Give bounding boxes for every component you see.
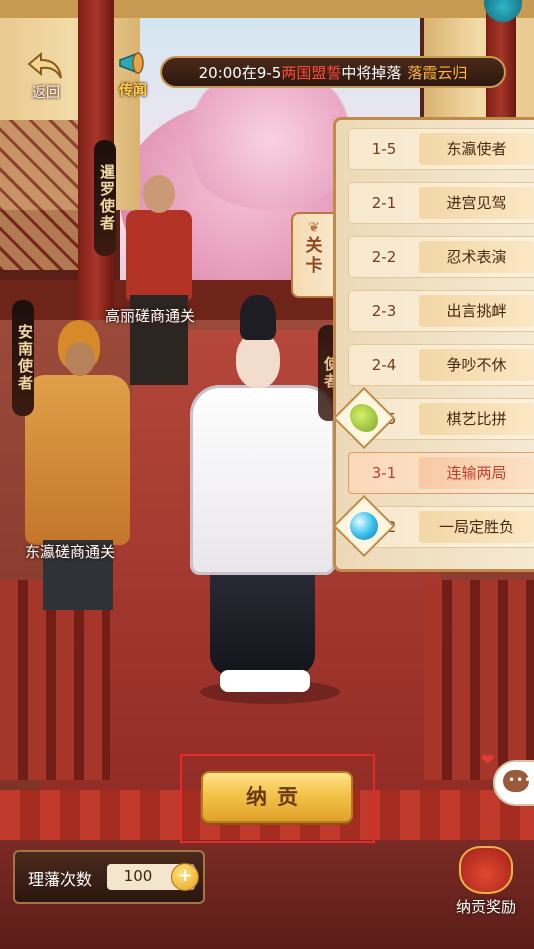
- siam-envoy-banner: 暹罗使者: [94, 140, 116, 256]
- stage-name: 东瀛使者: [419, 133, 534, 165]
- character-head: [143, 175, 175, 213]
- stage-row-active[interactable]: 3-1 连输两局: [348, 452, 534, 494]
- marquee-prefix: 20:00在9-5: [198, 63, 282, 82]
- stage-name: 出言挑衅: [419, 295, 534, 327]
- stage-name: 一局定胜负: [419, 511, 534, 543]
- rumor-label: 传闻: [119, 83, 147, 99]
- character-body: [25, 375, 130, 545]
- counter-value-box: 100 +: [107, 863, 199, 891]
- character-face: [65, 342, 95, 376]
- reward-label: 纳贡奖励: [455, 898, 516, 916]
- ellipsis-icon: •••: [508, 773, 533, 787]
- annan-envoy-banner: 安南使者: [12, 300, 34, 416]
- stage-row[interactable]: 2-3 出言挑衅: [348, 290, 534, 332]
- chat-button[interactable]: ❤ •••: [481, 750, 534, 806]
- crystal-orb-icon: [350, 512, 378, 540]
- stage-name: 棋艺比拼: [419, 403, 534, 435]
- annan-envoy-character[interactable]: [25, 320, 130, 610]
- back-label: 返回: [32, 85, 60, 101]
- reward-bag-icon: [459, 846, 513, 894]
- tribute-reward-button[interactable]: 纳贡奖励: [446, 846, 526, 918]
- counter-value: 100: [123, 867, 153, 885]
- back-arrow-icon: [27, 52, 62, 79]
- character-feet: [220, 670, 310, 692]
- japan-trade-label[interactable]: 东瀛磋商通关: [25, 541, 115, 562]
- stage-code: 3-1: [371, 464, 397, 482]
- railing-right: [424, 580, 534, 780]
- stage-tab-label-1: 关: [305, 236, 323, 256]
- stage-code: 2-2: [371, 248, 397, 266]
- white-robe: [190, 385, 335, 575]
- governance-counter: 理藩次数 100 +: [13, 850, 205, 904]
- stage-row[interactable]: 2-2 忍术表演: [348, 236, 534, 278]
- stage-row[interactable]: 2-4 争吵不休: [348, 344, 534, 386]
- lattice-window: [0, 120, 80, 270]
- rumor-button[interactable]: 传闻: [108, 50, 158, 99]
- stage-name: 争吵不休: [419, 349, 534, 381]
- stage-code: 2-1: [371, 194, 397, 212]
- stage-tab-label-2: 卡: [305, 256, 323, 276]
- character-head: [236, 333, 280, 388]
- hakama: [210, 565, 315, 675]
- stage-row[interactable]: 1-5 东瀛使者: [348, 128, 534, 170]
- stage-name: 连输两局: [419, 457, 534, 489]
- stage-code: 2-4: [371, 356, 397, 374]
- stage-row[interactable]: 2-1 进宫见驾: [348, 182, 534, 224]
- announcement-marquee: 20:00在9-5 两国盟誓 中将掉落 落霞云归: [160, 56, 506, 88]
- stage-name: 进宫见驾: [419, 187, 534, 219]
- heart-icon: ❤: [481, 750, 495, 769]
- fleur-icon: ❦: [308, 220, 320, 236]
- marquee-middle: 中将掉落: [341, 63, 402, 82]
- add-count-button[interactable]: +: [171, 863, 199, 891]
- back-button[interactable]: 返回: [22, 52, 70, 102]
- stage-tab[interactable]: ❦ 关 卡: [291, 212, 335, 298]
- marquee-item: 落霞云归: [407, 63, 468, 82]
- marquee-highlight: 两国盟誓: [281, 63, 342, 82]
- railing-left: [0, 580, 110, 780]
- korea-trade-label[interactable]: 高丽磋商通关: [105, 305, 195, 326]
- horn-icon: [119, 52, 144, 74]
- character-body: [126, 210, 192, 300]
- stage-code: 1-5: [371, 140, 397, 158]
- tribute-button[interactable]: 纳贡: [201, 771, 353, 823]
- eboshi-hat: [240, 295, 276, 340]
- stage-name: 忍术表演: [419, 241, 534, 273]
- counter-label: 理藩次数: [28, 870, 93, 889]
- stage-code: 2-3: [371, 302, 397, 320]
- leaf-item-icon: [350, 404, 378, 432]
